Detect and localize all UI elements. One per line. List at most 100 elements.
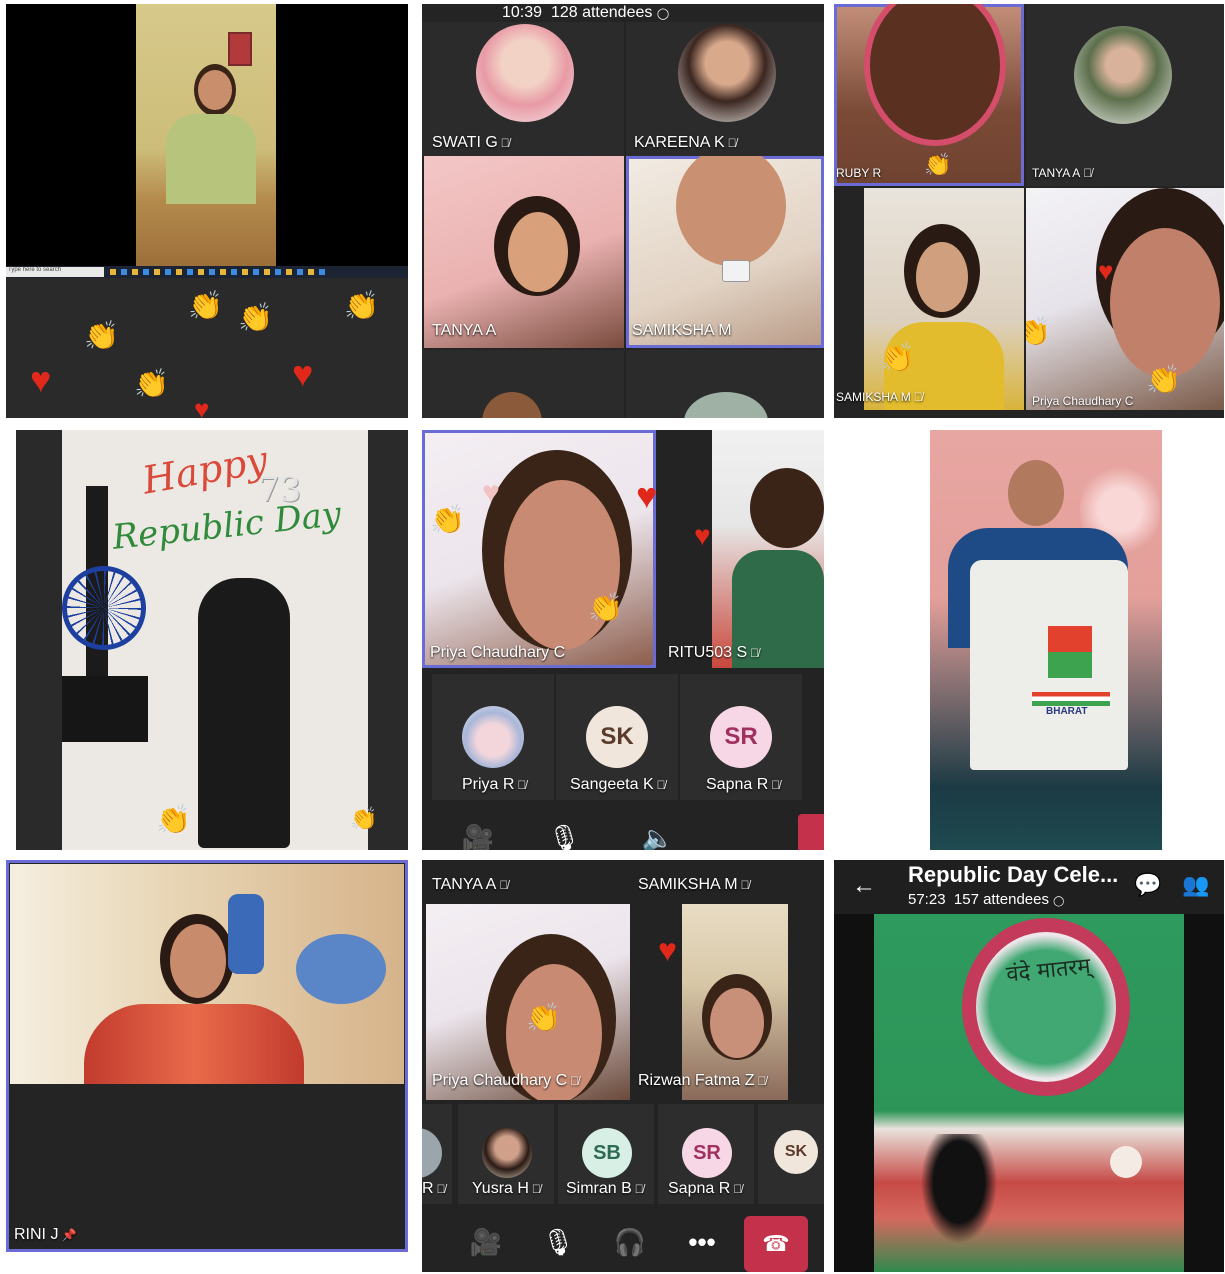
participant-video[interactable] <box>10 864 404 1084</box>
mic-off-icon: 🎙̸ <box>913 390 923 404</box>
participant-name: R 🎙̸ <box>422 1180 446 1197</box>
avatar <box>482 392 542 418</box>
attendee-count[interactable]: 157 attendees <box>954 891 1049 908</box>
participant-card[interactable]: R 🎙̸ <box>422 1104 452 1204</box>
republic-day-poster: Happy 73 Republic Day <box>62 430 368 850</box>
mic-off-icon[interactable]: 🎙 <box>542 816 586 851</box>
clap-reaction-icon: 👏 <box>156 804 191 835</box>
participant-card[interactable]: SR Sapna R 🎙̸ <box>658 1104 754 1204</box>
participant-card[interactable]: Priya R 🎙̸ <box>432 674 554 800</box>
participant-tile[interactable] <box>712 430 824 668</box>
call-controls: 🎥 🎙 🔈 <box>422 808 824 850</box>
participant-name: Yusra H 🎙̸ <box>472 1180 541 1197</box>
participant-tile[interactable]: SAMIKSHA M <box>626 156 824 348</box>
participant-tile[interactable]: ♥ 👏 👏 Priya Chaudhary C <box>1026 188 1224 410</box>
participant-tile[interactable] <box>626 350 824 418</box>
participant-name: Priya R 🎙̸ <box>462 776 527 793</box>
shirt-text: BHARAT <box>1046 706 1088 717</box>
ashoka-chakra-icon <box>62 566 146 650</box>
participant-name: Sapna R 🎙̸ <box>668 1180 743 1197</box>
mic-off-icon: 🎙̸ <box>750 646 760 660</box>
participant-tile[interactable] <box>422 350 624 418</box>
tree-silhouette <box>914 1134 1004 1254</box>
avatar <box>1074 26 1172 124</box>
heart-reaction-icon: ♥ <box>30 359 52 400</box>
back-arrow-icon[interactable]: ← <box>852 872 876 900</box>
participant-tile[interactable] <box>682 904 788 1100</box>
poster-heading-2: Republic Day <box>110 494 343 558</box>
participant-name: Priya Chaudhary C <box>430 644 566 661</box>
mic-off-icon: 🎙̸ <box>517 778 527 792</box>
panel-teams-grid-2: RUBY R 👏 TANYA A 🎙̸ 👏 SAMIKSHA M 🎙̸ ♥ 👏 👏 … <box>834 4 1224 418</box>
participant-tile[interactable]: RUBY R 👏 <box>834 4 1024 186</box>
india-map-print <box>1048 626 1092 678</box>
shared-artwork: वंदे मातरम् <box>874 914 1184 1272</box>
participant-name: TANYA A <box>432 322 497 339</box>
participant-tile[interactable]: KAREENA K 🎙̸ <box>626 22 824 156</box>
reaction-area: 👏 👏 👏 👏 👏 ♥ ♥ ♥ <box>6 278 408 418</box>
tshirt: BHARAT <box>970 560 1128 770</box>
panel-tshirt-photo: BHARAT <box>930 430 1162 850</box>
participant-tile[interactable]: 👏 <box>864 188 1024 410</box>
participant-tile[interactable]: TANYA A 🎙̸ <box>1026 4 1224 186</box>
tie-dye-circle <box>962 918 1130 1096</box>
participant-card[interactable]: SK Sangeeta K 🎙̸ <box>556 674 678 800</box>
mic-off-icon: 🎙̸ <box>634 1182 644 1196</box>
chat-icon[interactable]: 💬 <box>1134 872 1161 898</box>
pin-icon: 📌 <box>61 1228 77 1242</box>
taskbar-icons <box>110 269 330 275</box>
taskbar-search[interactable]: Type here to search <box>6 267 104 277</box>
clap-reaction-icon: 👏 <box>430 504 465 535</box>
panel-poster: Happy 73 Republic Day 👏 👏 <box>16 430 408 850</box>
participant-card[interactable]: SB Simran B 🎙̸ <box>558 1104 654 1204</box>
clap-reaction-icon: 👏 <box>188 290 223 321</box>
participant-name: Priya Chaudhary C <box>1032 394 1134 408</box>
meeting-header: ← Republic Day Cele... 57:23 157 attende… <box>834 860 1224 914</box>
avatar <box>462 706 524 768</box>
participant-tile[interactable]: TANYA A <box>424 156 624 348</box>
heart-reaction-icon: ♥ <box>658 932 677 968</box>
call-controls: 🎥 🎙 🎧 ••• ☎ <box>422 1210 824 1272</box>
clap-reaction-icon: 👏 <box>588 592 623 623</box>
participant-tile[interactable]: 👏 Priya Chaudhary C 🎙̸ <box>426 904 630 1100</box>
participant-name: RITU503 S 🎙̸ <box>668 644 760 661</box>
participants-icon[interactable]: 👥 <box>1182 872 1209 898</box>
memorial-base <box>62 676 148 742</box>
headset-icon[interactable]: 🎧 <box>608 1220 652 1264</box>
participant-card[interactable]: SK <box>758 1104 824 1204</box>
shield-icon: ◯ <box>1053 896 1065 907</box>
participant-tile[interactable]: SWATI G 🎙̸ <box>422 22 624 156</box>
camera-off-icon[interactable]: 🎥 <box>464 1220 508 1264</box>
end-call-button[interactable] <box>798 814 824 850</box>
panel-teams-grid-1: 10:39 128 attendees ◯ SWATI G 🎙̸ KAREENA … <box>422 4 824 418</box>
avatar <box>422 1128 442 1178</box>
windows-taskbar: Type here to search <box>6 266 408 278</box>
end-call-button[interactable]: ☎ <box>744 1216 808 1272</box>
camera-off-icon[interactable]: 🎥 <box>456 816 500 851</box>
mic-off-icon[interactable]: 🎙 <box>536 1220 580 1264</box>
participant-name: Simran B 🎙̸ <box>566 1180 644 1197</box>
participant-name: Rizwan Fatma Z 🎙̸ <box>638 1072 767 1089</box>
avatar <box>482 1128 532 1178</box>
avatar: SB <box>582 1128 632 1178</box>
mic-off-icon: 🎙̸ <box>499 878 509 892</box>
participant-name: SAMIKSHA M <box>632 322 732 339</box>
heart-reaction-icon: ♥ <box>694 520 711 551</box>
participant-card[interactable]: Yusra H 🎙̸ <box>458 1104 554 1204</box>
poster-heading-1: Happy <box>139 437 271 503</box>
avatar <box>476 24 574 122</box>
participant-tile[interactable]: ♥ ♥ 👏 👏 Priya Chaudhary C <box>422 430 656 668</box>
heart-reaction-icon: ♥ <box>292 353 314 394</box>
more-options-icon[interactable]: ••• <box>680 1220 724 1264</box>
clap-reaction-icon: 👏 <box>134 368 169 399</box>
attendee-count[interactable]: 128 attendees <box>551 4 652 21</box>
soldier-silhouette <box>198 578 290 848</box>
avatar: SK <box>774 1130 818 1174</box>
mic-off-icon: 🎙̸ <box>771 778 781 792</box>
clap-reaction-icon: 👏 <box>84 320 119 351</box>
mic-off-icon: 🎙̸ <box>531 1182 541 1196</box>
speaker-icon[interactable]: 🔈 <box>636 816 680 851</box>
clap-reaction-icon: 👏 <box>526 1002 561 1033</box>
participant-card[interactable]: SR Sapna R 🎙̸ <box>680 674 802 800</box>
participant-name: TANYA A 🎙̸ <box>1032 166 1093 180</box>
